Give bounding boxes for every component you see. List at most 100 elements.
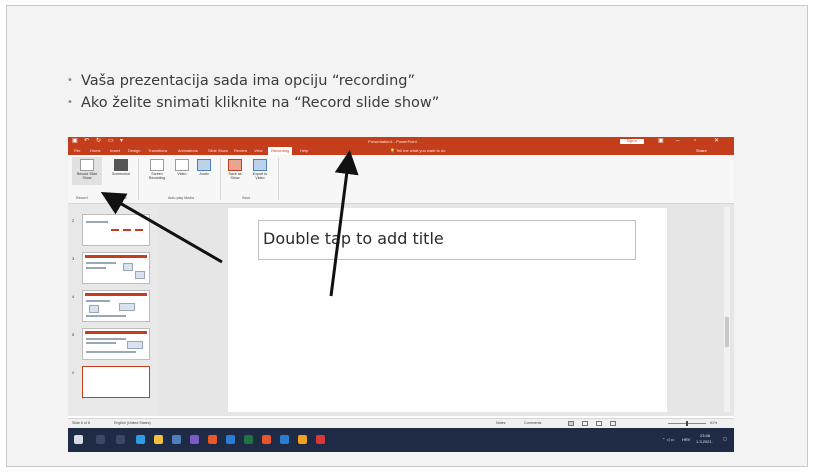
- screen-recording-icon: [150, 159, 164, 171]
- comments-button[interactable]: Comments: [524, 419, 541, 428]
- bullet-item: • Ako želite snimati kliknite na “Record …: [67, 92, 439, 114]
- tab-home[interactable]: Home: [90, 146, 101, 155]
- search-icon[interactable]: [96, 435, 105, 444]
- tab-animations[interactable]: Animations: [178, 146, 198, 155]
- save-as-show-button[interactable]: Save as Show: [224, 159, 246, 180]
- slide-sorter-icon[interactable]: [582, 421, 588, 426]
- start-icon[interactable]: [74, 435, 83, 444]
- powerpoint-taskbar-icon[interactable]: [208, 435, 217, 444]
- input-language[interactable]: HRV: [682, 437, 690, 442]
- slideshow-view-icon[interactable]: [610, 421, 616, 426]
- word-icon[interactable]: [226, 435, 235, 444]
- language-indicator[interactable]: English (United States): [114, 419, 151, 428]
- screen-recording-label: Screen Recording: [148, 172, 166, 181]
- screen-recording-button[interactable]: Screen Recording: [144, 159, 170, 180]
- tab-recording[interactable]: Recording: [268, 147, 293, 155]
- tell-me-search[interactable]: 💡 Tell me what you want to do: [390, 146, 445, 155]
- save-icon[interactable]: ▣: [72, 137, 78, 146]
- screenshot-label: Screenshot: [111, 172, 131, 176]
- record-slide-show-button[interactable]: Record Slide Show: [72, 159, 102, 180]
- bullet-dot-icon: •: [67, 97, 73, 108]
- share-button[interactable]: Share: [696, 146, 707, 155]
- vertical-scrollbar[interactable]: [724, 207, 730, 412]
- bullet-dot-icon: •: [67, 75, 73, 86]
- thumbnail-number: 5: [72, 332, 75, 337]
- video-label: Video: [177, 172, 187, 176]
- mail-icon[interactable]: [172, 435, 181, 444]
- customize-qat-icon[interactable]: ▾: [120, 137, 123, 146]
- app-icon[interactable]: [262, 435, 271, 444]
- group-divider: [278, 158, 279, 200]
- window-titlebar: ▣ ↶ ↻ ▭ ▾ Presentation1 - PowerPoint Sig…: [68, 137, 734, 146]
- tab-design[interactable]: Design: [128, 146, 140, 155]
- thumbnail-number: 4: [72, 294, 75, 299]
- zoom-level[interactable]: 61%: [710, 419, 717, 428]
- tab-insert[interactable]: Insert: [110, 146, 120, 155]
- app-icon[interactable]: [298, 435, 307, 444]
- close-icon[interactable]: ✕: [714, 137, 719, 146]
- tab-view[interactable]: View: [254, 146, 263, 155]
- clock-date[interactable]: 1.3.2021.: [696, 439, 713, 444]
- camera-icon: [114, 159, 128, 171]
- chrome-icon[interactable]: [316, 435, 325, 444]
- slide-thumbnail[interactable]: [82, 290, 150, 322]
- audio-button[interactable]: Audio: [194, 159, 214, 176]
- save-as-show-icon: [228, 159, 242, 171]
- restore-icon[interactable]: ▫: [694, 137, 696, 146]
- group-divider: [138, 158, 139, 200]
- notes-button[interactable]: Notes: [496, 419, 505, 428]
- slide-thumbnail[interactable]: [82, 328, 150, 360]
- thumbnail-number: 2: [72, 218, 75, 223]
- screenshot-button[interactable]: Screenshot: [108, 159, 134, 176]
- clock-time[interactable]: 23:48: [700, 433, 710, 438]
- title-placeholder-text: Double tap to add title: [263, 229, 444, 248]
- edge-icon[interactable]: [136, 435, 145, 444]
- redo-icon[interactable]: ↻: [96, 137, 101, 146]
- task-view-icon[interactable]: [116, 435, 125, 444]
- zoom-slider-knob[interactable]: [686, 421, 688, 426]
- tab-slide-show[interactable]: Slide Show: [208, 146, 228, 155]
- undo-icon[interactable]: ↶: [84, 137, 89, 146]
- tell-me-label: Tell me what you want to do: [396, 148, 446, 153]
- tab-review[interactable]: Review: [234, 146, 247, 155]
- slide-thumbnail-selected[interactable]: [82, 366, 150, 398]
- normal-view-icon[interactable]: [568, 421, 574, 426]
- slide-thumbnail[interactable]: [82, 252, 150, 284]
- ribbon: Record Slide Show Screenshot Screen Reco…: [68, 155, 734, 204]
- video-button[interactable]: Video: [172, 159, 192, 176]
- app-title: Presentation1 - PowerPoint: [368, 139, 417, 144]
- bullet-text: Ako želite snimati kliknite na “Record s…: [81, 95, 440, 111]
- tab-transitions[interactable]: Transitions: [148, 146, 167, 155]
- minimize-icon[interactable]: –: [676, 137, 679, 146]
- ribbon-display-icon[interactable]: ▣: [658, 137, 664, 146]
- video-icon: [175, 159, 189, 171]
- speaker-icon: [197, 159, 211, 171]
- export-to-video-button[interactable]: Export to Video: [248, 159, 272, 180]
- save-as-show-label: Save as Show: [228, 172, 242, 181]
- onenote-icon[interactable]: [190, 435, 199, 444]
- file-explorer-icon[interactable]: [154, 435, 163, 444]
- bullet-list: • Vaša prezentacija sada ima opciju “reco…: [67, 70, 439, 114]
- sign-in-button[interactable]: Sign in: [620, 139, 644, 144]
- bullet-item: • Vaša prezentacija sada ima opciju “reco…: [67, 70, 439, 92]
- group-label-save: Save: [242, 196, 251, 200]
- status-bar: Slide 6 of 6 English (United States) Not…: [68, 418, 734, 428]
- notifications-icon[interactable]: ▢: [723, 436, 727, 441]
- title-placeholder[interactable]: Double tap to add title: [258, 220, 636, 260]
- export-video-icon: [253, 159, 267, 171]
- bullet-text: Vaša prezentacija sada ima opciju “recor…: [81, 73, 415, 89]
- reading-view-icon[interactable]: [596, 421, 602, 426]
- group-divider: [220, 158, 221, 200]
- windows-taskbar: ⌃ ◁ ▭ HRV 23:48 1.3.2021. ▢: [68, 428, 734, 452]
- export-to-video-label: Export to Video: [252, 172, 268, 181]
- present-icon[interactable]: ▭: [108, 137, 114, 146]
- tray-icons[interactable]: ⌃ ◁ ▭: [662, 437, 674, 442]
- thumbnail-number: 3: [72, 256, 75, 261]
- outlook-icon[interactable]: [280, 435, 289, 444]
- tab-file[interactable]: File: [74, 146, 80, 155]
- scrollbar-thumb[interactable]: [725, 317, 729, 347]
- slide-thumbnail[interactable]: [82, 214, 150, 246]
- group-label-content: Content: [114, 196, 127, 200]
- tab-help[interactable]: Help: [300, 146, 308, 155]
- excel-icon[interactable]: [244, 435, 253, 444]
